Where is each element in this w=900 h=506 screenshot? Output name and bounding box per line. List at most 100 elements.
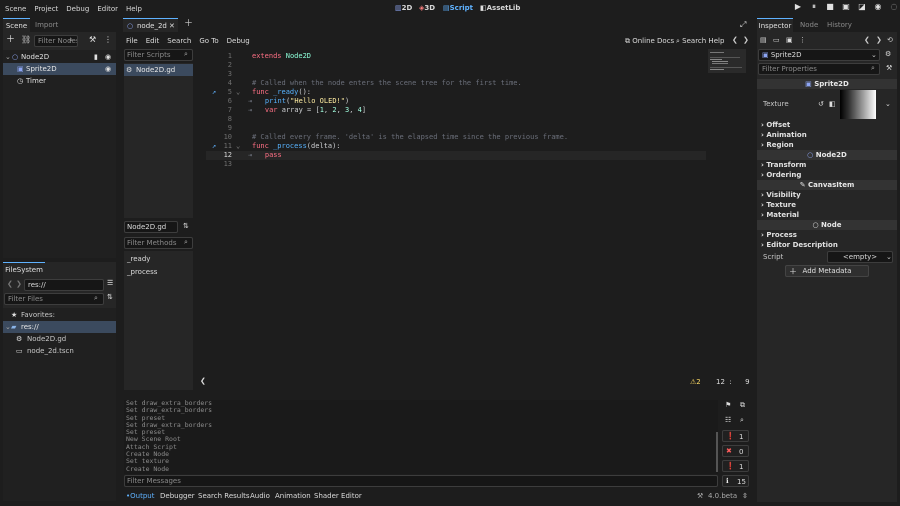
history-forward-icon[interactable]: ❯ (876, 37, 882, 44)
search-output-icon[interactable]: ⌕ (740, 417, 744, 424)
res-folder-item[interactable]: ⌄ ▰ res:// (3, 321, 116, 333)
new-resource-icon[interactable]: ▤ (760, 37, 767, 44)
log-count-badge[interactable]: ❗ 1 (722, 430, 749, 442)
split-mode-icon[interactable]: ☰ (107, 280, 113, 287)
method-item-ready[interactable]: _ready (124, 253, 193, 265)
extra-resource-icon[interactable]: ⋮ (799, 37, 806, 44)
section-region[interactable]: › Region (757, 140, 897, 150)
section-texture[interactable]: › Texture (757, 200, 897, 210)
tab-shader-editor[interactable]: Shader Editor (314, 490, 362, 502)
chevron-down-icon[interactable]: ⌄ (885, 100, 891, 108)
instance-scene-icon[interactable]: ⚒ (89, 36, 96, 44)
section-editor-description[interactable]: › Editor Description (757, 240, 897, 250)
tree-node-timer[interactable]: ◷ Timer (3, 75, 116, 87)
clear-output-icon[interactable]: ⚑ (725, 402, 731, 409)
load-resource-icon[interactable]: ▭ (773, 37, 780, 44)
visibility-icon[interactable]: ◉ (105, 51, 111, 63)
workspace-3d-button[interactable]: ◈3D (419, 3, 441, 14)
online-docs-button[interactable]: ⧉ Online Docs (625, 36, 674, 46)
message-count-badge[interactable]: ℹ 15 (722, 475, 749, 487)
scene-tab-node-2d[interactable]: ○ node_2d ✕ (123, 18, 178, 32)
section-ordering[interactable]: › Ordering (757, 170, 897, 180)
filter-messages-input[interactable]: Filter Messages (124, 475, 718, 487)
next-script-icon[interactable]: ❯ (743, 37, 749, 44)
section-transform[interactable]: › Transform (757, 160, 897, 170)
script-menu-file[interactable]: File (126, 37, 138, 45)
section-process[interactable]: › Process (757, 230, 897, 240)
method-item-process[interactable]: _process (124, 266, 193, 278)
warning-count-badge[interactable]: ❗ 1 (722, 460, 749, 472)
menu-editor[interactable]: Editor (97, 5, 118, 13)
history-back-icon[interactable]: ❮ (864, 37, 870, 44)
play-scene-icon[interactable]: ▣ (841, 3, 851, 11)
sort-icon[interactable]: ⇅ (183, 223, 189, 230)
menu-scene[interactable]: Scene (5, 5, 26, 13)
file-item-node-2d-tscn[interactable]: ▭ node_2d.tscn (3, 345, 116, 357)
prev-script-icon[interactable]: ❮ (732, 37, 738, 44)
object-settings-icon[interactable]: ⚙ (885, 51, 891, 58)
script-item-node2d-gd[interactable]: ⚙ Node2D.gd (124, 64, 193, 76)
sort-icon[interactable]: ⇅ (107, 294, 113, 301)
file-item-node2d-gd[interactable]: ⚙ Node2D.gd (3, 333, 116, 345)
toggle-bottom-panel-icon[interactable]: ⇳ (742, 490, 748, 502)
section-offset[interactable]: › Offset (757, 120, 897, 130)
distraction-free-icon[interactable]: ⤢ (740, 21, 746, 29)
object-selector[interactable]: ▣ Sprite2D ⌄ (758, 49, 880, 61)
tab-history[interactable]: History (827, 18, 852, 32)
toggle-scripts-panel-icon[interactable]: ❮ (200, 378, 206, 385)
tab-import[interactable]: Import (35, 18, 61, 32)
play-icon[interactable]: ▶ (793, 3, 803, 11)
tab-animation[interactable]: Animation (275, 490, 311, 502)
back-arrow-icon[interactable]: ❮ (7, 281, 13, 288)
collapse-arrow-icon[interactable]: ⌄ (5, 51, 11, 63)
tab-filesystem[interactable]: FileSystem (3, 262, 45, 276)
renderer-icon[interactable]: ◌ (889, 3, 899, 11)
add-metadata-button[interactable]: ＋ Add Metadata (785, 265, 869, 277)
revert-icon[interactable]: ↺ (818, 100, 824, 108)
forward-arrow-icon[interactable]: ❯ (16, 281, 22, 288)
error-count-badge[interactable]: ✖ 0 (722, 445, 749, 457)
fold-arrow-icon[interactable]: ⌄ (236, 142, 240, 151)
copy-output-icon[interactable]: ⧉ (740, 402, 745, 409)
script-resource-picker[interactable]: <empty> ⌄ (827, 251, 893, 263)
section-material[interactable]: › Material (757, 210, 897, 220)
menu-project[interactable]: Project (34, 5, 58, 13)
pause-icon[interactable]: ⏸ (809, 3, 819, 11)
favorites-item[interactable]: ★ Favorites: (3, 309, 116, 321)
menu-help[interactable]: Help (126, 5, 142, 13)
property-settings-icon[interactable]: ⚒ (886, 65, 892, 72)
scene-menu-icon[interactable]: ⋮ (104, 36, 112, 44)
code-editor[interactable]: 1 extends Node2D 2 3 4 # Called when the n… (206, 50, 750, 380)
tab-output[interactable]: •Output (126, 490, 154, 502)
object-history-icon[interactable]: ⟲ (887, 37, 893, 44)
play-custom-scene-icon[interactable]: ◪ (857, 3, 867, 11)
visibility-icon[interactable]: ◉ (105, 63, 111, 75)
link-icon[interactable]: ⛓ (21, 36, 31, 44)
script-menu-edit[interactable]: Edit (146, 37, 160, 45)
search-help-button[interactable]: ⌕ Search Help (676, 36, 724, 46)
section-animation[interactable]: › Animation (757, 130, 897, 140)
script-attached-icon[interactable]: ▮ (94, 51, 98, 63)
add-node-icon[interactable]: ＋ (6, 36, 15, 45)
tab-inspector[interactable]: Inspector (757, 18, 793, 32)
path-input[interactable]: res:// (24, 279, 104, 291)
script-menu-search[interactable]: Search (167, 37, 191, 45)
stop-icon[interactable]: ■ (825, 3, 835, 11)
fold-arrow-icon[interactable]: ⌄ (236, 88, 240, 97)
tree-node-sprite2d[interactable]: ▣ Sprite2D ◉ (3, 63, 116, 75)
tab-scene[interactable]: Scene (3, 18, 30, 32)
add-tab-icon[interactable]: ＋ (184, 20, 193, 29)
collapse-messages-icon[interactable]: ☷ (725, 417, 731, 424)
tree-node-node2d[interactable]: ⌄ ○ Node2D ▮ ◉ (3, 51, 116, 63)
workspace-2d-button[interactable]: ▥2D (395, 3, 417, 14)
movie-maker-icon[interactable]: ◉ (873, 3, 883, 11)
workspace-assetlib-button[interactable]: ◧AssetLib (480, 3, 520, 14)
collapse-arrow-icon[interactable]: ⌄ (5, 321, 11, 333)
filter-methods-input[interactable]: Filter Methods (124, 237, 193, 249)
close-icon[interactable]: ✕ (169, 22, 175, 30)
filter-scripts-input[interactable]: Filter Scripts (124, 49, 193, 61)
texture-preview[interactable] (840, 90, 876, 119)
code-minimap[interactable] (708, 49, 746, 73)
tab-audio[interactable]: Audio (250, 490, 270, 502)
workspace-script-button[interactable]: ▤Script (443, 3, 477, 14)
